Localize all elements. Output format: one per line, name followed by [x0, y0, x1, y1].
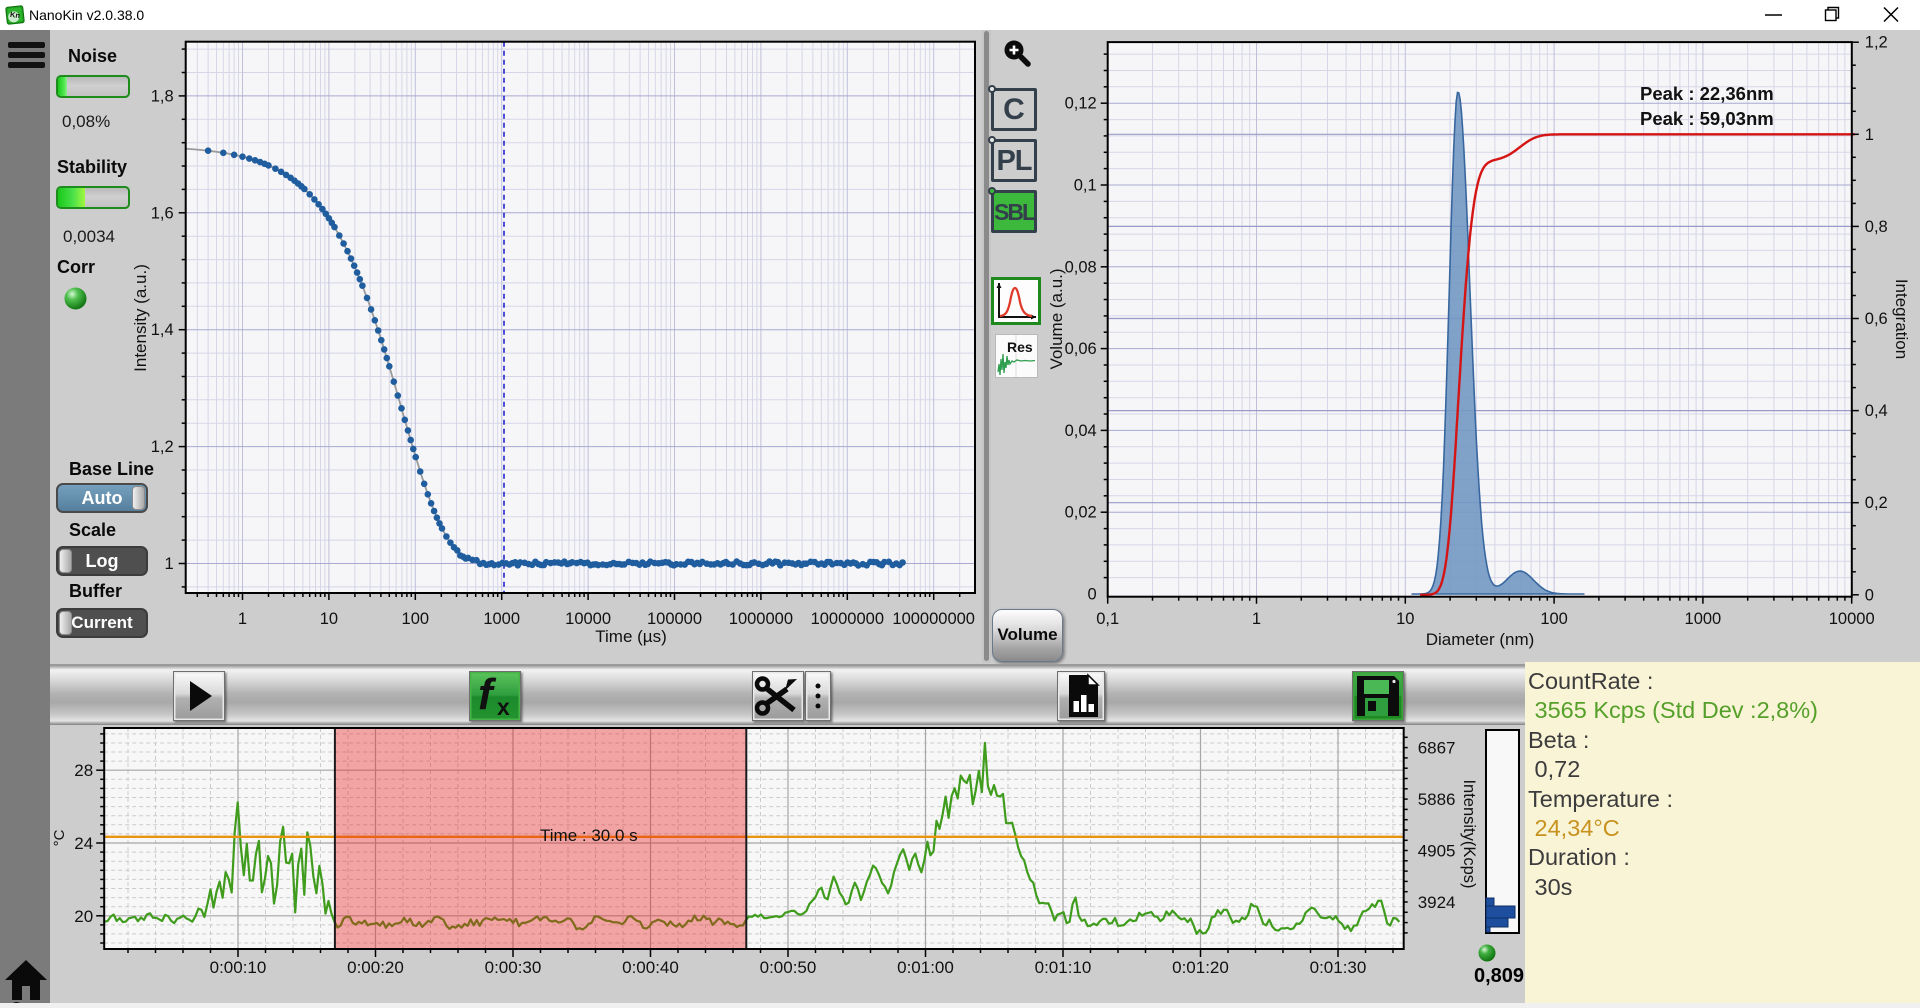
svg-text:10: 10 — [1396, 610, 1414, 628]
svg-text:0:00:30: 0:00:30 — [485, 958, 542, 977]
svg-text:100000000: 100000000 — [892, 610, 975, 628]
svg-text:0: 0 — [1865, 586, 1874, 604]
svg-text:1: 1 — [1865, 126, 1874, 144]
svg-text:28: 28 — [74, 761, 93, 780]
svg-text:0: 0 — [1088, 586, 1097, 604]
svg-text:10000: 10000 — [1829, 610, 1875, 628]
svg-text:0:00:20: 0:00:20 — [347, 958, 404, 977]
svg-text:Peak : 59,03nm: Peak : 59,03nm — [1640, 108, 1774, 129]
svg-text:Integration: Integration — [1892, 279, 1911, 359]
svg-text:5886: 5886 — [1418, 790, 1456, 809]
svg-text:0,06: 0,06 — [1065, 340, 1097, 358]
svg-text:1,2: 1,2 — [1865, 34, 1888, 52]
svg-text:Intensity(Kcps): Intensity(Kcps) — [1460, 779, 1478, 888]
svg-text:0,02: 0,02 — [1065, 504, 1097, 522]
svg-text:0,1: 0,1 — [1096, 610, 1119, 628]
svg-text:0:00:50: 0:00:50 — [760, 958, 817, 977]
svg-text:1,8: 1,8 — [151, 87, 174, 105]
svg-text:0,8: 0,8 — [1865, 218, 1888, 236]
svg-text:10: 10 — [320, 610, 338, 628]
svg-text:6867: 6867 — [1418, 739, 1456, 758]
svg-text:20: 20 — [74, 907, 93, 926]
svg-text:Peak : 22,36nm: Peak : 22,36nm — [1640, 83, 1774, 104]
svg-text:0:01:00: 0:01:00 — [897, 958, 954, 977]
svg-text:Time (µs): Time (µs) — [595, 627, 667, 646]
svg-text:1,2: 1,2 — [151, 438, 174, 456]
svg-text:0,1: 0,1 — [1074, 177, 1097, 195]
svg-text:°C: °C — [51, 829, 68, 846]
svg-text:Diameter (nm): Diameter (nm) — [1426, 630, 1535, 649]
svg-text:10000: 10000 — [565, 610, 611, 628]
svg-text:0,08: 0,08 — [1065, 258, 1097, 276]
svg-text:0,6: 0,6 — [1865, 310, 1888, 328]
svg-text:24: 24 — [74, 834, 93, 853]
svg-text:1: 1 — [165, 555, 174, 573]
svg-text:0,12: 0,12 — [1065, 95, 1097, 113]
svg-text:1000: 1000 — [483, 610, 520, 628]
svg-text:10000000: 10000000 — [811, 610, 884, 628]
svg-text:Time : 30.0 s: Time : 30.0 s — [540, 826, 638, 845]
svg-text:Intensity (a.u.): Intensity (a.u.) — [131, 264, 150, 372]
svg-text:100000: 100000 — [647, 610, 702, 628]
svg-text:Res: Res — [1007, 339, 1033, 355]
svg-text:1,4: 1,4 — [151, 321, 174, 339]
svg-text:100: 100 — [402, 610, 430, 628]
svg-text:1: 1 — [238, 610, 247, 628]
svg-text:x: x — [497, 694, 510, 720]
svg-text:Kn: Kn — [9, 10, 21, 20]
svg-text:0,4: 0,4 — [1865, 402, 1888, 420]
svg-text:1000: 1000 — [1685, 610, 1722, 628]
svg-text:1000000: 1000000 — [729, 610, 793, 628]
svg-text:0:00:10: 0:00:10 — [210, 958, 267, 977]
svg-text:4905: 4905 — [1418, 842, 1456, 861]
svg-text:3924: 3924 — [1418, 893, 1456, 912]
svg-text:0,2: 0,2 — [1865, 494, 1888, 512]
svg-text:0:01:20: 0:01:20 — [1172, 958, 1229, 977]
svg-text:0,04: 0,04 — [1065, 422, 1097, 440]
svg-text:100: 100 — [1540, 610, 1568, 628]
svg-text:0:01:30: 0:01:30 — [1310, 958, 1367, 977]
svg-text:f: f — [478, 672, 497, 719]
svg-text:Volume (a.u.): Volume (a.u.) — [1047, 268, 1066, 369]
svg-text:0:01:10: 0:01:10 — [1035, 958, 1092, 977]
svg-text:1,6: 1,6 — [151, 204, 174, 222]
svg-text:1: 1 — [1252, 610, 1261, 628]
svg-text:0:00:40: 0:00:40 — [622, 958, 679, 977]
